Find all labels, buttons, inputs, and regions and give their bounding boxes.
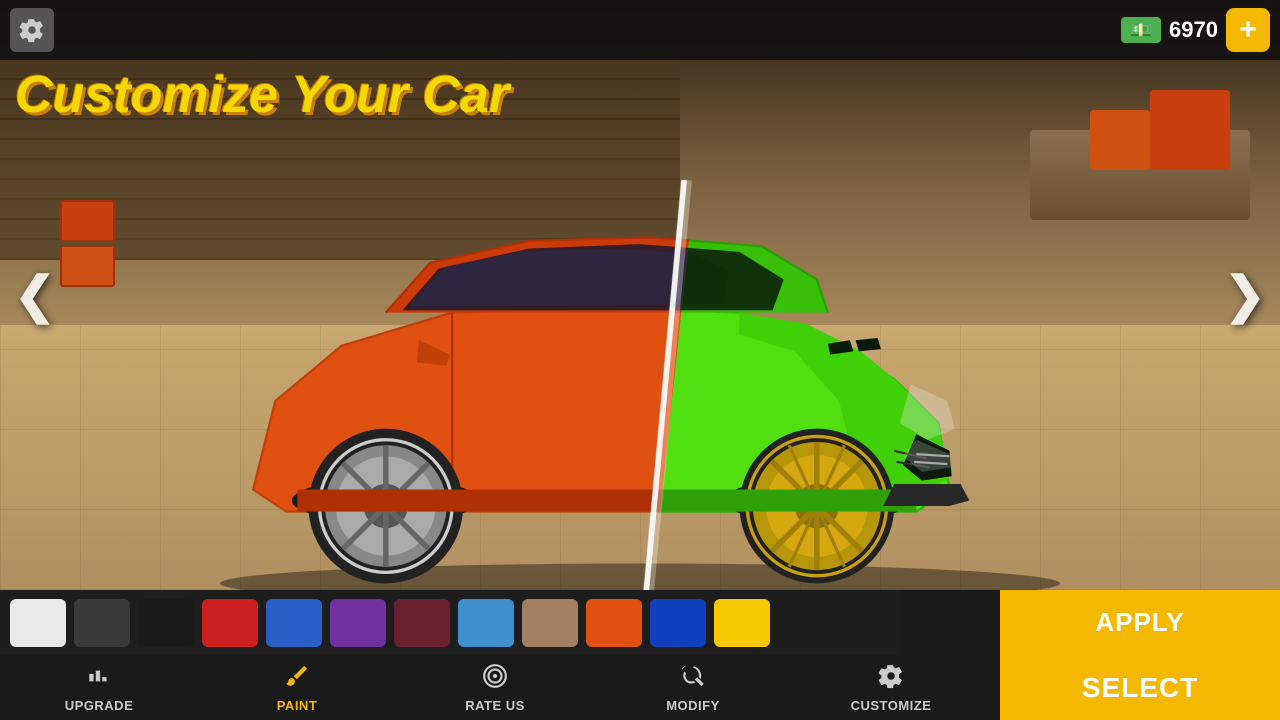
- color-swatch-red[interactable]: [202, 599, 258, 647]
- nav-label-modify: MODIFY: [666, 698, 720, 713]
- car-svg: [90, 180, 1190, 590]
- nav-right-arrow[interactable]: ❯: [1215, 255, 1275, 335]
- top-bar: 💵 6970 +: [0, 0, 1280, 60]
- currency-area: 💵 6970 +: [1121, 8, 1270, 52]
- customize-icon: [878, 663, 904, 695]
- modify-icon: [680, 663, 706, 695]
- nav-label-rateus: RATE US: [465, 698, 525, 713]
- color-swatch-purple[interactable]: [330, 599, 386, 647]
- nav-label-customize: CUSTOMIZE: [851, 698, 932, 713]
- money-icon: 💵: [1121, 17, 1161, 43]
- nav-item-upgrade[interactable]: UPGRADE: [0, 655, 198, 720]
- apply-button[interactable]: APPLY: [1000, 590, 1280, 655]
- select-button[interactable]: SELECT: [1000, 655, 1280, 720]
- color-swatch-cobalt[interactable]: [650, 599, 706, 647]
- upgrade-icon: [86, 663, 112, 695]
- nav-item-modify[interactable]: MODIFY: [594, 655, 792, 720]
- car-display: [80, 60, 1200, 590]
- nav-item-paint[interactable]: PAINT: [198, 655, 396, 720]
- color-swatch-yellow[interactable]: [714, 599, 770, 647]
- color-swatch-black[interactable]: [138, 599, 194, 647]
- add-currency-button[interactable]: +: [1226, 8, 1270, 52]
- nav-left-arrow[interactable]: ❮: [5, 255, 65, 335]
- nav-item-rateus[interactable]: RATE US: [396, 655, 594, 720]
- page-title: Customize Your Car: [15, 65, 509, 125]
- car-scene: ❮ ❯ Customize Your Car: [0, 0, 1280, 590]
- color-swatch-bar: [0, 590, 900, 655]
- color-swatch-orange[interactable]: [586, 599, 642, 647]
- gear-icon: [19, 17, 45, 43]
- color-swatch-tan[interactable]: [522, 599, 578, 647]
- settings-button[interactable]: [10, 8, 54, 52]
- paint-icon: [284, 663, 310, 695]
- nav-label-paint: PAINT: [277, 698, 318, 713]
- color-swatch-white[interactable]: [10, 599, 66, 647]
- color-swatch-dark-red[interactable]: [394, 599, 450, 647]
- color-swatch-blue[interactable]: [266, 599, 322, 647]
- color-swatch-light-blue[interactable]: [458, 599, 514, 647]
- currency-amount: 6970: [1169, 17, 1218, 43]
- rateus-icon: [482, 663, 508, 695]
- nav-label-upgrade: UPGRADE: [65, 698, 134, 713]
- color-swatch-dark-gray[interactable]: [74, 599, 130, 647]
